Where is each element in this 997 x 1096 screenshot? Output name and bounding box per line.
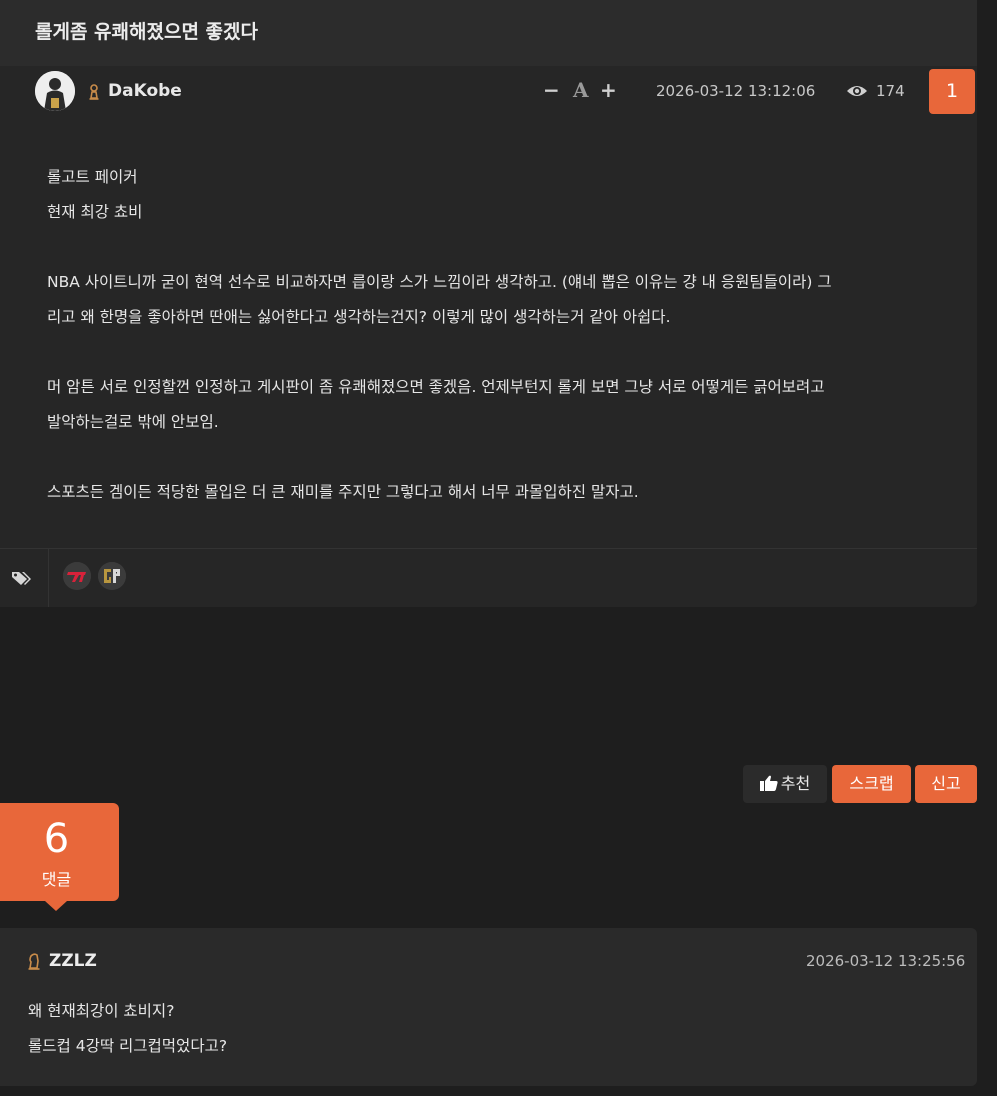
- post-body-line: 현재 최강 쵸비: [47, 203, 143, 221]
- post-body: 롤고트 페이커 현재 최강 쵸비 NBA 사이트니까 굳이 현역 선수로 비교하…: [47, 160, 937, 510]
- page: 롤게좀 유쾌해졌으면 좋겠다 DaKobe − A + 2026-03-12 1…: [0, 0, 997, 1096]
- avatar-image: [35, 71, 75, 111]
- post-meta-row: DaKobe − A + 2026-03-12 13:12:06 174 1: [0, 66, 977, 118]
- gen-g-logo-icon: [98, 562, 126, 590]
- post-body-line: 스포츠든 겜이든 적당한 몰입은 더 큰 재미를 주지만 그렇다고 해서 너무 …: [47, 483, 639, 501]
- comment-count: 6: [43, 816, 70, 862]
- view-count: 174: [876, 82, 905, 100]
- recommend-button[interactable]: 추천: [743, 765, 827, 803]
- comment-body: 왜 현재최강이 쵸비지? 롤드컵 4강딱 리그컵먹었다고?: [28, 994, 227, 1064]
- font-reset-button[interactable]: A: [573, 78, 589, 102]
- rank-pawn-icon: [89, 84, 99, 100]
- post-title-bar: 롤게좀 유쾌해졌으면 좋겠다: [0, 0, 977, 66]
- font-increase-button[interactable]: +: [600, 78, 617, 102]
- comment-item: ZZLZ 2026-03-12 13:25:56 왜 현재최강이 쵸비지? 롤드…: [0, 928, 977, 1086]
- post-number-badge: 1: [929, 69, 975, 114]
- thumbs-up-icon: [759, 775, 778, 791]
- tag-row: [0, 548, 977, 607]
- comment-count-badge: 6 댓글: [0, 803, 119, 901]
- gen-g-logo[interactable]: [98, 562, 126, 590]
- post-body-line: 리고 왜 한명을 좋아하면 딴애는 싫어한다고 생각하는건지? 이렇게 많이 생…: [47, 308, 671, 326]
- scrap-button[interactable]: 스크랩: [832, 765, 911, 803]
- author-name[interactable]: DaKobe: [108, 81, 182, 101]
- comment-date: 2026-03-12 13:25:56: [806, 952, 966, 970]
- avatar[interactable]: [35, 71, 75, 111]
- post-date: 2026-03-12 13:12:06: [656, 82, 816, 100]
- report-button[interactable]: 신고: [915, 765, 977, 803]
- t1-logo[interactable]: [63, 562, 91, 590]
- comment-count-label: 댓글: [41, 870, 72, 889]
- post-body-line: 발악하는걸로 밖에 안보임.: [47, 413, 219, 431]
- post-body-line: 롤고트 페이커: [47, 168, 138, 186]
- tag-icon-cell: [0, 549, 49, 607]
- post-body-line: 머 암튼 서로 인정할껀 인정하고 게시판이 좀 유쾌해졌으면 좋겠음. 언제부…: [47, 378, 825, 396]
- comment-line: 롤드컵 4강딱 리그컵먹었다고?: [28, 1037, 228, 1055]
- comment-count-pointer: [45, 901, 67, 911]
- t1-logo-icon: [63, 562, 91, 590]
- eye-icon: [847, 86, 867, 96]
- post-body-line: NBA 사이트니까 굳이 현역 선수로 비교하자면 릅이랑 스가 느낌이라 생각…: [47, 273, 832, 291]
- post-card: 롤게좀 유쾌해졌으면 좋겠다 DaKobe − A + 2026-03-12 1…: [0, 0, 977, 607]
- comment-author[interactable]: ZZLZ: [49, 951, 97, 971]
- rank-knight-icon: [28, 953, 40, 970]
- recommend-label: 추천: [780, 774, 811, 793]
- post-title: 롤게좀 유쾌해졌으면 좋겠다: [35, 21, 258, 43]
- comment-line: 왜 현재최강이 쵸비지?: [28, 1002, 175, 1020]
- tags-icon: [12, 572, 31, 585]
- font-decrease-button[interactable]: −: [543, 78, 560, 102]
